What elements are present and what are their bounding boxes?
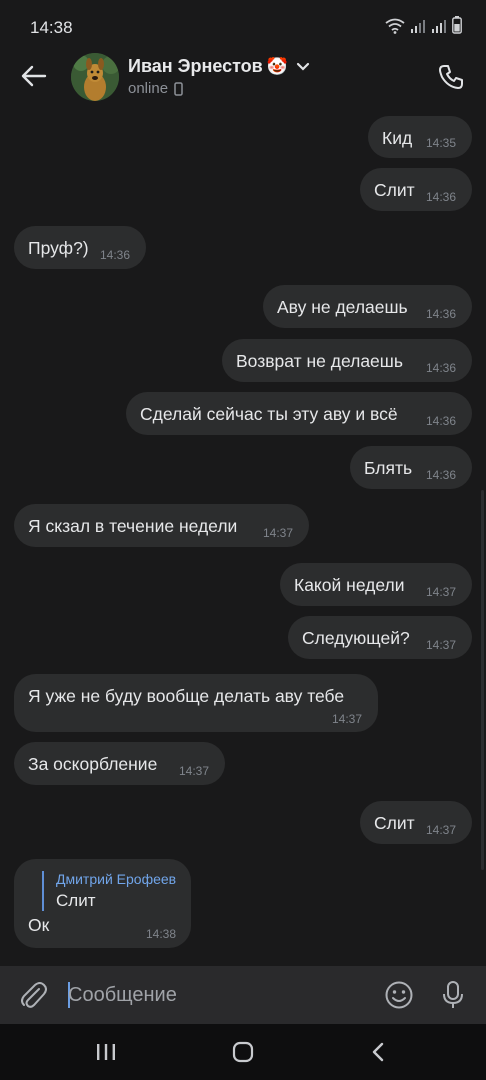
message-time: 14:36 [426,361,457,375]
scrollbar[interactable] [481,490,484,870]
message-time: 14:36 [426,414,457,428]
signal-icon-1 [411,20,425,33]
message-time: 14:36 [426,468,457,482]
paperclip-icon [21,982,47,1008]
microphone-icon [443,981,463,1008]
chevron-down-icon [296,62,310,71]
chevron-left-icon [372,1042,384,1062]
back-button[interactable] [18,60,50,92]
message-bubble[interactable]: Я уже не буду вообще делать аву тебе 14:… [14,674,378,732]
message-bubble[interactable]: Я скзал в течение недели 14:37 [14,504,309,547]
message-time: 14:37 [179,764,210,778]
message-text: Слит [374,813,415,833]
emoji-button[interactable] [382,978,416,1012]
message-text: Я скзал в течение недели [28,516,238,536]
message-bubble[interactable]: Кид 14:35 [368,116,472,158]
message-bubble[interactable]: Следующей? 14:37 [288,616,472,659]
message-text: Слит [374,180,415,200]
online-status-text: online [128,80,169,97]
avatar-image [71,53,119,101]
contact-name-text: Иван Эрнестов [128,56,263,76]
message-text: Сделай сейчас ты эту аву и всё [140,404,398,424]
message-bubble[interactable]: Какой недели 14:37 [280,563,472,606]
message-bubble[interactable]: Возврат не делаешь 14:36 [222,339,472,382]
signal-icon-2 [432,20,446,33]
system-back-button[interactable] [358,1038,398,1066]
recent-apps-button[interactable] [86,1038,126,1066]
message-bubble[interactable]: Слит 14:36 [360,168,472,211]
contact-name[interactable]: Иван Эрнестов 🤡 [128,56,310,77]
message-text: Пруф?) [28,238,89,258]
reply-quoted-text: Слит [56,891,96,910]
battery-icon [452,16,462,34]
reply-author[interactable]: Дмитрий Ерофеев [56,871,176,887]
message-text: Блять [364,458,413,478]
message-time: 14:36 [426,307,457,321]
clown-emoji-icon: 🤡 [266,56,288,76]
message-text: Возврат не делаешь [236,351,403,371]
status-icons [385,16,462,34]
status-time: 14:38 [30,18,73,37]
message-text: Ок [28,915,50,935]
message-time: 14:37 [332,712,363,726]
message-text: За оскорбление [28,754,158,774]
system-nav-bar [0,1024,486,1080]
wifi-icon [385,18,405,34]
phone-icon [439,65,463,89]
chat-header: Иван Эрнестов 🤡 online [0,52,486,110]
voice-message-button[interactable] [436,978,470,1012]
message-text: Какой недели [294,575,405,595]
reply-quote-bar [42,871,44,911]
message-bubble[interactable]: За оскорбление 14:37 [14,742,225,785]
message-bubble[interactable]: Блять 14:36 [350,446,472,489]
home-button[interactable] [223,1038,263,1066]
home-icon [232,1041,254,1063]
arrow-left-icon [21,65,47,87]
message-text: Следующей? [302,628,410,648]
mobile-phone-icon [174,81,183,96]
contact-status: online [128,80,183,97]
message-text: Я уже не буду вообще делать аву тебе [28,686,345,706]
message-composer [0,966,486,1024]
message-bubble[interactable]: Пруф?) 14:36 [14,226,146,269]
message-bubble[interactable]: Слит 14:37 [360,801,472,844]
message-text: Кид [382,128,413,148]
message-time: 14:37 [426,585,457,599]
message-time: 14:37 [426,638,457,652]
smiley-icon [385,981,413,1009]
message-text: Аву не делаешь [277,297,408,317]
message-time: 14:36 [426,190,457,204]
attach-button[interactable] [16,978,50,1012]
recent-apps-icon [97,1044,115,1060]
message-bubble[interactable]: Сделай сейчас ты эту аву и всё 14:36 [126,392,472,435]
message-time: 14:38 [146,927,177,941]
message-time: 14:37 [426,823,457,837]
message-time: 14:37 [263,526,294,540]
chat-messages[interactable]: Кид 14:35 Слит 14:36 Пруф?) 14:36 Аву не… [0,110,486,966]
avatar[interactable] [71,53,119,101]
message-time: 14:35 [426,136,457,150]
message-bubble[interactable]: Аву не делаешь 14:36 [263,285,472,328]
status-bar: 14:38 [0,0,486,52]
call-button[interactable] [434,60,468,94]
message-input[interactable] [68,980,368,1010]
message-time: 14:36 [100,248,131,262]
reply-message-bubble[interactable]: Дмитрий Ерофеев Слит Ок 14:38 [14,859,191,948]
